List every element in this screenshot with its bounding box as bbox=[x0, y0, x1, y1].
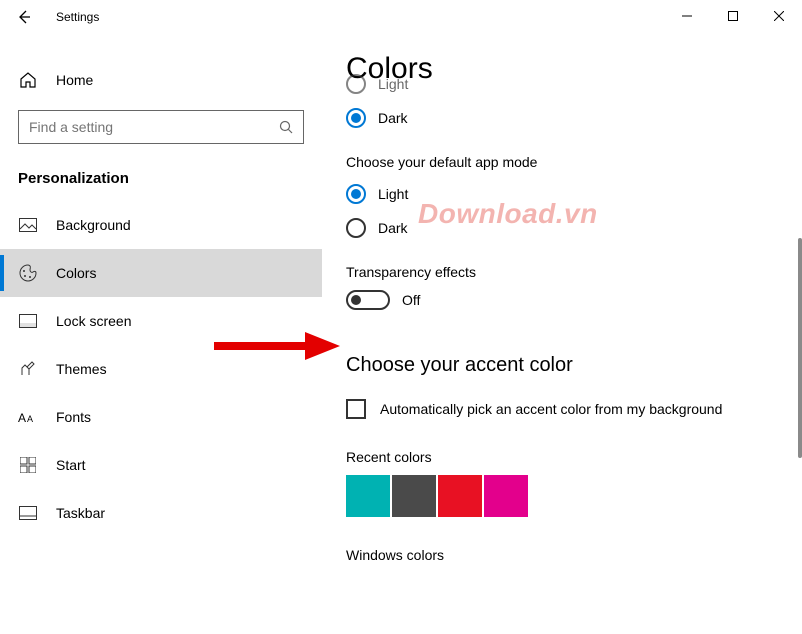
sidebar-item-lock-screen[interactable]: Lock screen bbox=[0, 297, 322, 345]
close-icon bbox=[774, 11, 784, 21]
sidebar-item-label: Start bbox=[56, 457, 86, 473]
content-pane: Colors Light Dark Choose your default ap… bbox=[322, 34, 802, 634]
svg-text:A: A bbox=[27, 414, 33, 424]
maximize-icon bbox=[728, 11, 738, 21]
home-icon bbox=[18, 70, 38, 90]
auto-pick-row[interactable]: Automatically pick an accent color from … bbox=[346, 399, 802, 419]
search-icon bbox=[279, 120, 293, 134]
sidebar-item-label: Background bbox=[56, 217, 131, 233]
sidebar-item-label: Fonts bbox=[56, 409, 91, 425]
accent-heading: Choose your accent color bbox=[346, 354, 802, 377]
back-button[interactable] bbox=[0, 0, 48, 34]
sidebar-item-label: Colors bbox=[56, 265, 96, 281]
maximize-button[interactable] bbox=[710, 0, 756, 32]
sidebar: Home Personalization Background Colors bbox=[0, 34, 322, 634]
search-box[interactable] bbox=[18, 110, 304, 144]
sidebar-item-fonts[interactable]: AA Fonts bbox=[0, 393, 322, 441]
radio-icon bbox=[346, 108, 366, 128]
close-button[interactable] bbox=[756, 0, 802, 32]
sidebar-home[interactable]: Home bbox=[0, 58, 322, 102]
radio-icon bbox=[346, 184, 366, 204]
fonts-icon: AA bbox=[18, 407, 38, 427]
radio-label: Dark bbox=[378, 220, 408, 236]
sidebar-item-label: Lock screen bbox=[56, 313, 131, 329]
checkbox-icon bbox=[346, 399, 366, 419]
svg-text:A: A bbox=[18, 411, 26, 425]
windows-colors-label: Windows colors bbox=[346, 547, 802, 563]
titlebar: Settings bbox=[0, 0, 802, 34]
radio-label: Light bbox=[378, 76, 408, 92]
recent-colors-row bbox=[346, 475, 802, 517]
app-mode-heading: Choose your default app mode bbox=[346, 154, 802, 170]
window-title: Settings bbox=[56, 10, 99, 24]
start-icon bbox=[18, 455, 38, 475]
radio-icon bbox=[346, 74, 366, 94]
radio-app-dark[interactable]: Dark bbox=[346, 218, 802, 238]
sidebar-item-start[interactable]: Start bbox=[0, 441, 322, 489]
radio-label: Light bbox=[378, 186, 408, 202]
scrollbar[interactable] bbox=[798, 238, 802, 458]
radio-windows-light[interactable]: Light bbox=[346, 74, 802, 94]
auto-pick-label: Automatically pick an accent color from … bbox=[380, 401, 722, 417]
sidebar-item-label: Taskbar bbox=[56, 505, 105, 521]
sidebar-item-label: Themes bbox=[56, 361, 107, 377]
home-label: Home bbox=[56, 72, 93, 88]
color-swatch[interactable] bbox=[392, 475, 436, 517]
transparency-state: Off bbox=[402, 292, 420, 308]
minimize-icon bbox=[682, 11, 692, 21]
color-swatch[interactable] bbox=[438, 475, 482, 517]
radio-icon bbox=[346, 218, 366, 238]
taskbar-icon bbox=[18, 503, 38, 523]
themes-icon bbox=[18, 359, 38, 379]
window-controls bbox=[664, 0, 802, 32]
palette-icon bbox=[18, 263, 38, 283]
lock-screen-icon bbox=[18, 311, 38, 331]
minimize-button[interactable] bbox=[664, 0, 710, 32]
recent-colors-label: Recent colors bbox=[346, 449, 802, 465]
picture-icon bbox=[18, 215, 38, 235]
radio-app-light[interactable]: Light bbox=[346, 184, 802, 204]
sidebar-item-themes[interactable]: Themes bbox=[0, 345, 322, 393]
radio-label: Dark bbox=[378, 110, 408, 126]
sidebar-item-background[interactable]: Background bbox=[0, 201, 322, 249]
sidebar-section-title: Personalization bbox=[0, 144, 322, 201]
search-input[interactable] bbox=[29, 119, 293, 135]
radio-windows-dark[interactable]: Dark bbox=[346, 108, 802, 128]
sidebar-item-colors[interactable]: Colors bbox=[0, 249, 322, 297]
back-arrow-icon bbox=[16, 9, 32, 25]
transparency-toggle[interactable] bbox=[346, 290, 390, 310]
color-swatch[interactable] bbox=[346, 475, 390, 517]
sidebar-item-taskbar[interactable]: Taskbar bbox=[0, 489, 322, 537]
color-swatch[interactable] bbox=[484, 475, 528, 517]
transparency-heading: Transparency effects bbox=[346, 264, 802, 280]
